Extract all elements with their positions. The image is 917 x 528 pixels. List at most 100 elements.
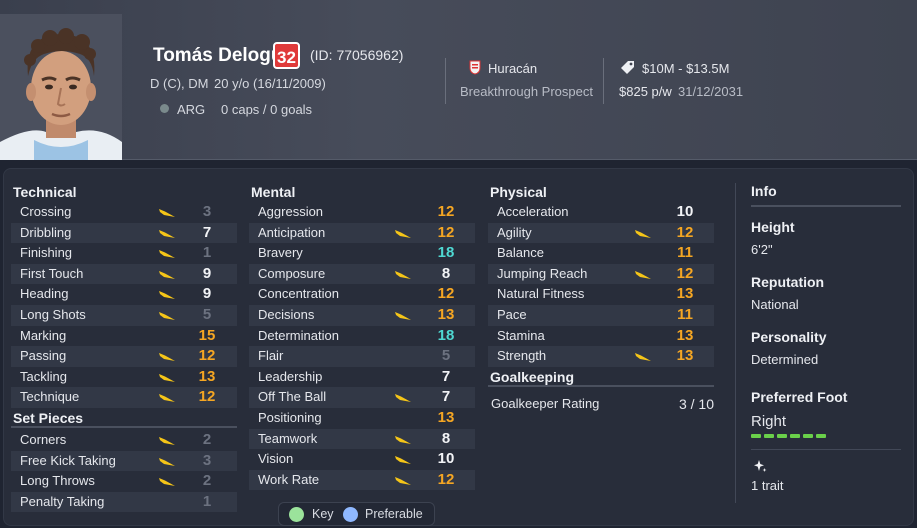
attribute-row[interactable]: Natural Fitness 13 [488,284,714,305]
goalkeeper-rating-row[interactable]: Goalkeeper Rating 3 / 10 [488,392,714,416]
section-title-physical: Physical [490,184,547,200]
personality-label: Personality [751,329,827,345]
attribute-value: 8 [441,264,451,282]
attribute-value: 12 [198,347,216,365]
preferred-arrow-icon [635,353,651,362]
attribute-name: Strength [497,348,547,364]
attribute-row[interactable]: Composure 8 [249,263,475,285]
attribute-name: First Touch [20,265,84,281]
attribute-legend: Key Preferable [278,502,435,526]
attribute-name: Pace [497,306,527,322]
attribute-row[interactable]: Balance 11 [488,243,714,264]
section-title-mental: Mental [251,184,296,200]
attribute-row[interactable]: Heading 9 [11,284,237,305]
header-divider [603,58,604,104]
attribute-row[interactable]: Flair 5 [249,346,475,367]
preferred-arrow-icon [159,311,175,320]
attribute-name: Teamwork [258,430,318,446]
preferred-arrow-icon [395,476,411,485]
attribute-value: 7 [202,223,212,241]
attribute-value: 9 [202,285,212,303]
attribute-row[interactable]: Vision 10 [249,449,475,470]
attribute-row[interactable]: Jumping Reach 12 [488,263,714,285]
preferred-arrow-icon [159,436,175,445]
personality-value[interactable]: Determined [751,352,818,367]
attribute-value: 12 [676,223,694,241]
attribute-name: Leadership [258,368,323,384]
foot-bar-segment [790,434,800,438]
traits-count[interactable]: 1 trait [751,478,784,493]
attribute-name: Heading [20,286,69,302]
player-club[interactable]: Huracán [488,61,537,76]
attribute-name: Crossing [20,204,72,219]
section-title-set-pieces: Set Pieces [11,409,237,428]
attribute-row[interactable]: Crossing 3 [11,202,237,223]
preferred-arrow-icon [159,209,175,217]
attribute-row[interactable]: Dribbling 7 [11,222,237,244]
attribute-row[interactable]: Strength 13 [488,346,714,367]
attribute-name: Bravery [258,245,303,261]
foot-bar-segment [751,434,761,438]
preferred-arrow-icon [635,229,651,238]
info-rule [751,205,901,207]
attribute-value: 13 [437,305,455,323]
player-id: (ID: 77056962) [310,47,404,63]
attribute-row[interactable]: Decisions 13 [249,304,475,326]
legend-preferable-label: Preferable [365,507,423,521]
key-dot-icon [289,507,304,522]
preferred-arrow-icon [159,353,175,362]
attribute-row[interactable]: Stamina 13 [488,326,714,347]
attribute-row[interactable]: Leadership 7 [249,367,475,388]
player-nation[interactable]: ARG [177,102,205,117]
attribute-value: 1 [202,244,212,262]
attribute-row[interactable]: Positioning 13 [249,408,475,429]
attribute-row[interactable]: Concentration 12 [249,284,475,305]
attribute-row[interactable]: Work Rate 12 [249,469,475,491]
attribute-row[interactable]: Acceleration 10 [488,202,714,223]
attribute-value: 12 [437,203,455,220]
preferred-arrow-icon [395,394,411,403]
attribute-row[interactable]: Anticipation 12 [249,222,475,244]
technical-column: Technical Crossing 3 Dribbling 7 Finishing 1 F… [11,183,237,513]
attribute-row[interactable]: Penalty Taking 1 [11,491,237,513]
attribute-row[interactable]: Marking 15 [11,326,237,347]
preferred-arrow-icon [159,457,175,466]
attribute-row[interactable]: Technique 12 [11,387,237,408]
attribute-row[interactable]: Teamwork 8 [249,428,475,450]
section-title-technical: Technical [13,184,77,200]
preferred-arrow-icon [395,435,411,444]
reputation-value: National [751,297,799,312]
attribute-value: 12 [437,223,455,241]
player-value: $10M - $13.5M [642,61,730,76]
attribute-value: 13 [198,367,216,385]
attribute-value: 13 [437,408,455,426]
attribute-row[interactable]: Tackling 13 [11,367,237,388]
attribute-name: Corners [20,431,67,447]
preferred-foot-value: Right [751,413,787,430]
attribute-row[interactable]: Off The Ball 7 [249,387,475,408]
attribute-row[interactable]: Free Kick Taking 3 [11,450,237,472]
attribute-name: Marking [20,327,67,343]
attribute-name: Free Kick Taking [20,452,116,468]
attribute-row[interactable]: Long Throws 2 [11,471,237,492]
flag-icon [160,104,169,113]
attribute-name: Composure [258,265,326,281]
attribute-name: Off The Ball [258,389,327,405]
section-title-info: Info [751,183,777,199]
attribute-row[interactable]: First Touch 9 [11,263,237,285]
preferred-arrow-icon [159,229,175,238]
attribute-row[interactable]: Long Shots 5 [11,304,237,326]
mental-column: Mental Aggression 12 Anticipation 12 Bravery… [249,183,475,491]
attribute-value: 18 [437,244,455,262]
attribute-row[interactable]: Passing 12 [11,346,237,367]
attribute-row[interactable]: Aggression 12 [249,202,475,223]
attribute-value: 11 [677,305,693,323]
player-status: Breakthrough Prospect [460,84,593,99]
attribute-row[interactable]: Bravery 18 [249,243,475,264]
foot-bar-segment [816,434,826,438]
attribute-row[interactable]: Corners 2 [11,430,237,451]
attribute-row[interactable]: Pace 11 [488,304,714,326]
attribute-row[interactable]: Agility 12 [488,222,714,244]
attribute-row[interactable]: Determination 18 [249,326,475,347]
attribute-row[interactable]: Finishing 1 [11,243,237,264]
